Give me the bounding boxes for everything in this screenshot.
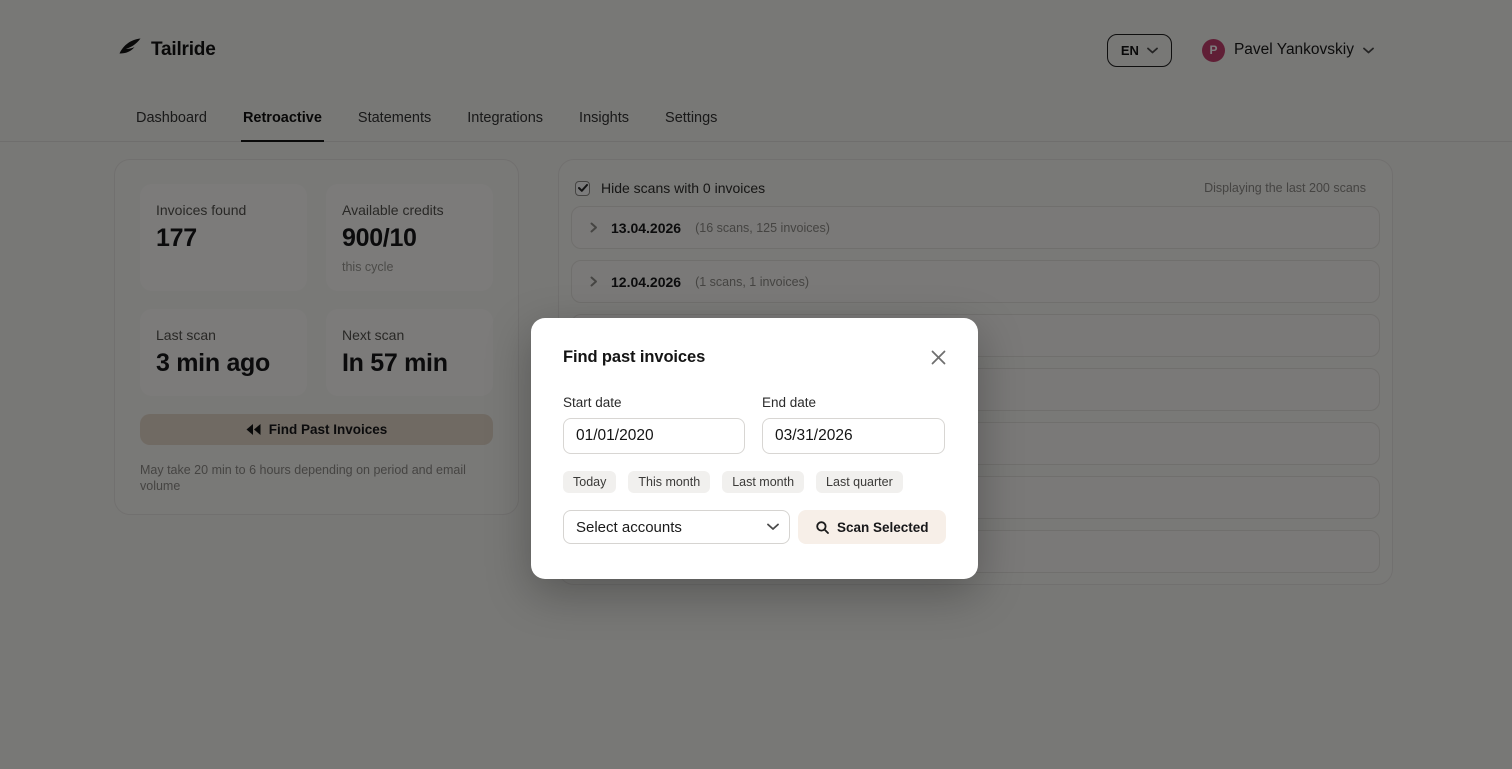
- modal-actions: Select accounts Scan Selected: [563, 510, 946, 544]
- end-date-input[interactable]: [762, 418, 945, 454]
- modal-header: Find past invoices: [563, 348, 946, 371]
- date-range-fields: Start date End date: [563, 395, 946, 454]
- search-icon: [816, 521, 829, 534]
- find-past-invoices-modal: Find past invoices Start date End date T…: [531, 318, 978, 579]
- end-date-label: End date: [762, 395, 945, 410]
- chip-last-month[interactable]: Last month: [722, 471, 804, 493]
- chevron-down-icon: [767, 523, 779, 531]
- scan-selected-label: Scan Selected: [837, 520, 929, 535]
- start-date-group: Start date: [563, 395, 745, 454]
- chip-today[interactable]: Today: [563, 471, 616, 493]
- scan-selected-button[interactable]: Scan Selected: [798, 510, 946, 544]
- close-icon: [931, 350, 946, 365]
- chip-this-month[interactable]: This month: [628, 471, 710, 493]
- close-button[interactable]: [927, 346, 950, 371]
- accounts-select-value: Select accounts: [576, 519, 682, 536]
- quick-range-chips: Today This month Last month Last quarter: [563, 471, 946, 493]
- accounts-select[interactable]: Select accounts: [563, 510, 790, 544]
- start-date-label: Start date: [563, 395, 745, 410]
- start-date-input[interactable]: [563, 418, 745, 454]
- chip-last-quarter[interactable]: Last quarter: [816, 471, 903, 493]
- modal-title: Find past invoices: [563, 348, 705, 367]
- end-date-group: End date: [762, 395, 945, 454]
